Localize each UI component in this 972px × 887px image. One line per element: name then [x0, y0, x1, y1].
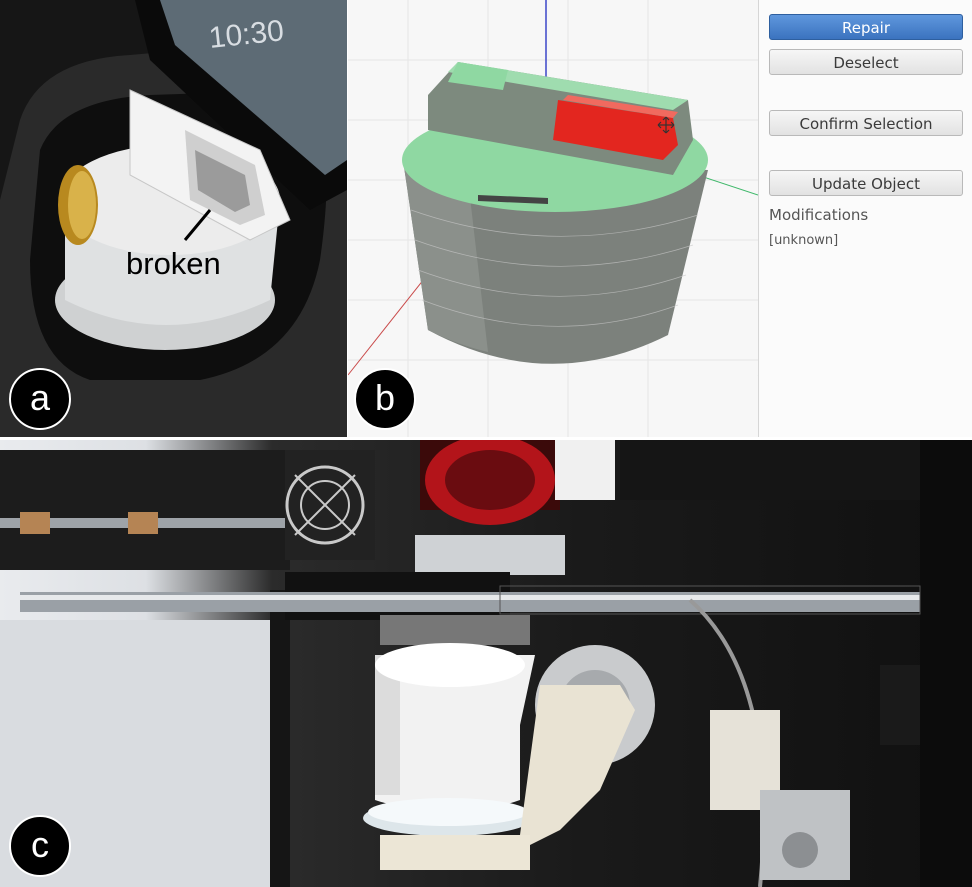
panel-label-a: a: [9, 368, 71, 430]
update-object-button[interactable]: Update Object: [769, 170, 963, 196]
viewport-3d[interactable]: [348, 0, 969, 437]
panel-label-c: c: [9, 815, 71, 877]
deselect-button[interactable]: Deselect: [769, 49, 963, 75]
printer-illustration: [0, 440, 972, 887]
tool-sidebar: Repair Deselect Confirm Selection Update…: [758, 0, 972, 437]
printer-photo: c: [0, 440, 972, 887]
modeling-tool-screenshot: Repair Deselect Confirm Selection Update…: [348, 0, 972, 437]
confirm-selection-button[interactable]: Confirm Selection: [769, 110, 963, 136]
modifications-heading: Modifications: [769, 206, 869, 224]
panel-label-b: b: [354, 368, 416, 430]
3d-model[interactable]: [402, 62, 708, 364]
printed-cup: [363, 643, 535, 836]
broken-annotation: broken: [126, 246, 221, 281]
photo-broken-part: 10:30 broken a: [0, 0, 347, 437]
fan-icon: [285, 450, 375, 560]
repair-button[interactable]: Repair: [769, 14, 963, 40]
modifications-value: [unknown]: [769, 233, 839, 248]
